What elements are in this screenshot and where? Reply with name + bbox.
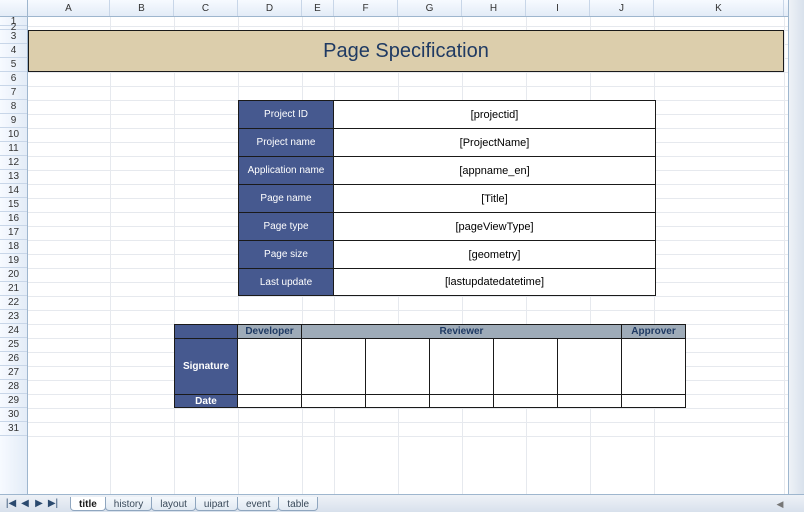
sig-cell[interactable] bbox=[302, 338, 366, 394]
spec-value-appname[interactable]: [appname_en] bbox=[334, 156, 656, 184]
tab-event[interactable]: event bbox=[237, 497, 279, 511]
nav-prev-icon[interactable]: ◀ bbox=[18, 497, 32, 511]
sig-cell[interactable] bbox=[558, 338, 622, 394]
row-header-4[interactable]: 4 bbox=[0, 44, 27, 58]
row-header-6[interactable]: 6 bbox=[0, 72, 27, 86]
row-header-17[interactable]: 17 bbox=[0, 226, 27, 240]
spec-label-projectname: Project name bbox=[238, 128, 334, 156]
row-header-16[interactable]: 16 bbox=[0, 212, 27, 226]
col-header-K[interactable]: K bbox=[654, 0, 784, 16]
row-header-31[interactable]: 31 bbox=[0, 422, 27, 436]
sig-header-reviewer: Reviewer bbox=[302, 324, 622, 338]
sig-cell[interactable] bbox=[494, 338, 558, 394]
spec-value-pagetype[interactable]: [pageViewType] bbox=[334, 212, 656, 240]
tab-table[interactable]: table bbox=[278, 497, 318, 511]
tab-history[interactable]: history bbox=[105, 497, 152, 511]
row-header-10[interactable]: 10 bbox=[0, 128, 27, 142]
spec-label-pagetype: Page type bbox=[238, 212, 334, 240]
row-header-26[interactable]: 26 bbox=[0, 352, 27, 366]
sig-row-date-label: Date bbox=[174, 394, 238, 408]
sig-cell[interactable] bbox=[622, 338, 686, 394]
sig-row-signature-label: Signature bbox=[174, 338, 238, 394]
row-header-23[interactable]: 23 bbox=[0, 310, 27, 324]
vertical-scrollbar[interactable] bbox=[788, 0, 804, 494]
col-header-D[interactable]: D bbox=[238, 0, 302, 16]
row-header-7[interactable]: 7 bbox=[0, 86, 27, 100]
sig-cell[interactable] bbox=[366, 338, 430, 394]
sig-date-cell[interactable] bbox=[238, 394, 302, 408]
sig-date-cell[interactable] bbox=[430, 394, 494, 408]
row-header-18[interactable]: 18 bbox=[0, 240, 27, 254]
col-header-C[interactable]: C bbox=[174, 0, 238, 16]
row-header-28[interactable]: 28 bbox=[0, 380, 27, 394]
nav-first-icon[interactable]: |◀ bbox=[4, 497, 18, 511]
sig-date-cell[interactable] bbox=[494, 394, 558, 408]
tab-uipart[interactable]: uipart bbox=[195, 497, 238, 511]
row-header-8[interactable]: 8 bbox=[0, 100, 27, 114]
tab-title[interactable]: title bbox=[70, 497, 106, 511]
nav-next-icon[interactable]: ▶ bbox=[32, 497, 46, 511]
sig-corner bbox=[174, 324, 238, 338]
col-header-J[interactable]: J bbox=[590, 0, 654, 16]
row-header-27[interactable]: 27 bbox=[0, 366, 27, 380]
col-header-F[interactable]: F bbox=[334, 0, 398, 16]
col-header-I[interactable]: I bbox=[526, 0, 590, 16]
row-header-13[interactable]: 13 bbox=[0, 170, 27, 184]
spec-value-pagename[interactable]: [Title] bbox=[334, 184, 656, 212]
select-all-corner[interactable] bbox=[0, 0, 28, 16]
tab-layout[interactable]: layout bbox=[151, 497, 196, 511]
row-header-24[interactable]: 24 bbox=[0, 324, 27, 338]
spec-value-pagesize[interactable]: [geometry] bbox=[334, 240, 656, 268]
row-header-9[interactable]: 9 bbox=[0, 114, 27, 128]
row-header-22[interactable]: 22 bbox=[0, 296, 27, 310]
column-header-row: A B C D E F G H I J K bbox=[0, 0, 804, 17]
col-header-E[interactable]: E bbox=[302, 0, 334, 16]
sig-cell[interactable] bbox=[238, 338, 302, 394]
spec-label-lastupdate: Last update bbox=[238, 268, 334, 296]
row-header-11[interactable]: 11 bbox=[0, 142, 27, 156]
tab-scroll-handle-icon[interactable]: ◀ bbox=[776, 498, 784, 510]
row-header-14[interactable]: 14 bbox=[0, 184, 27, 198]
row-header-20[interactable]: 20 bbox=[0, 268, 27, 282]
spec-value-projectid[interactable]: [projectid] bbox=[334, 100, 656, 128]
col-header-H[interactable]: H bbox=[462, 0, 526, 16]
row-header-3[interactable]: 3 bbox=[0, 30, 27, 44]
sig-header-developer: Developer bbox=[238, 324, 302, 338]
sheet-tab-bar: |◀ ◀ ▶ ▶| title history layout uipart ev… bbox=[0, 494, 804, 512]
sig-cell[interactable] bbox=[430, 338, 494, 394]
row-header-21[interactable]: 21 bbox=[0, 282, 27, 296]
spec-label-pagesize: Page size bbox=[238, 240, 334, 268]
col-header-A[interactable]: A bbox=[28, 0, 110, 16]
row-header-25[interactable]: 25 bbox=[0, 338, 27, 352]
spreadsheet-grid[interactable]: Page Specification Project ID[projectid]… bbox=[28, 17, 804, 494]
row-header-30[interactable]: 30 bbox=[0, 408, 27, 422]
spec-table: Project ID[projectid] Project name[Proje… bbox=[238, 100, 656, 296]
spec-label-projectid: Project ID bbox=[238, 100, 334, 128]
col-header-G[interactable]: G bbox=[398, 0, 462, 16]
spec-value-projectname[interactable]: [ProjectName] bbox=[334, 128, 656, 156]
sig-date-cell[interactable] bbox=[558, 394, 622, 408]
sig-date-cell[interactable] bbox=[622, 394, 686, 408]
spec-label-pagename: Page name bbox=[238, 184, 334, 212]
col-header-B[interactable]: B bbox=[110, 0, 174, 16]
sig-header-approver: Approver bbox=[622, 324, 686, 338]
sig-date-cell[interactable] bbox=[366, 394, 430, 408]
sig-date-cell[interactable] bbox=[302, 394, 366, 408]
spec-value-lastupdate[interactable]: [lastupdatedatetime] bbox=[334, 268, 656, 296]
row-header-col: 1 2 3 4 5 6 7 8 9 10 11 12 13 14 15 16 1… bbox=[0, 17, 28, 494]
row-header-19[interactable]: 19 bbox=[0, 254, 27, 268]
page-title: Page Specification bbox=[28, 30, 784, 72]
signature-table: Developer Reviewer Approver Signature Da… bbox=[174, 324, 784, 408]
spec-label-appname: Application name bbox=[238, 156, 334, 184]
row-header-15[interactable]: 15 bbox=[0, 198, 27, 212]
row-header-5[interactable]: 5 bbox=[0, 58, 27, 72]
row-header-29[interactable]: 29 bbox=[0, 394, 27, 408]
nav-last-icon[interactable]: ▶| bbox=[46, 497, 60, 511]
row-header-12[interactable]: 12 bbox=[0, 156, 27, 170]
